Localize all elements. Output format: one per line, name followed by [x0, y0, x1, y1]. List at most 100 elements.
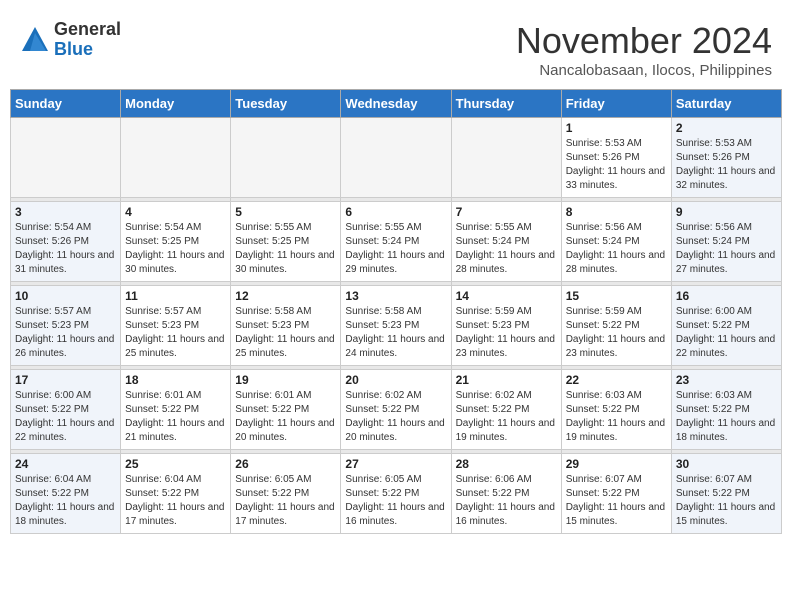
day-number: 11 — [125, 289, 226, 303]
day-number: 16 — [676, 289, 777, 303]
day-number: 19 — [235, 373, 336, 387]
calendar-day-cell: 18 Sunrise: 6:01 AMSunset: 5:22 PMDayligh… — [121, 370, 231, 450]
day-number: 12 — [235, 289, 336, 303]
day-info: Sunrise: 5:56 AMSunset: 5:24 PMDaylight:… — [676, 221, 777, 277]
day-info: Sunrise: 6:02 AMSunset: 5:22 PMDaylight:… — [345, 389, 446, 445]
calendar-week-row: 1 Sunrise: 5:53 AMSunset: 5:26 PMDaylight… — [11, 118, 782, 198]
calendar-day-cell: 28 Sunrise: 6:06 AMSunset: 5:22 PMDayligh… — [451, 454, 561, 534]
weekday-header-tuesday: Tuesday — [231, 90, 341, 118]
day-number: 5 — [235, 205, 336, 219]
day-number: 15 — [566, 289, 667, 303]
calendar-day-cell: 27 Sunrise: 6:05 AMSunset: 5:22 PMDayligh… — [341, 454, 451, 534]
calendar-day-cell: 10 Sunrise: 5:57 AMSunset: 5:23 PMDayligh… — [11, 286, 121, 366]
calendar-day-cell: 17 Sunrise: 6:00 AMSunset: 5:22 PMDayligh… — [11, 370, 121, 450]
day-number: 28 — [456, 457, 557, 471]
day-number: 26 — [235, 457, 336, 471]
day-info: Sunrise: 5:55 AMSunset: 5:24 PMDaylight:… — [345, 221, 446, 277]
logo-general-text: General — [54, 20, 121, 40]
logo-text: General Blue — [54, 20, 121, 60]
day-number: 24 — [15, 457, 116, 471]
calendar-day-cell: 19 Sunrise: 6:01 AMSunset: 5:22 PMDayligh… — [231, 370, 341, 450]
calendar-day-cell: 23Sunrise: 6:03 AMSunset: 5:22 PMDayligh… — [671, 370, 781, 450]
calendar-day-cell: 24 Sunrise: 6:04 AMSunset: 5:22 PMDayligh… — [11, 454, 121, 534]
calendar-table: SundayMondayTuesdayWednesdayThursdayFrid… — [10, 89, 782, 534]
day-info: Sunrise: 6:00 AMSunset: 5:22 PMDaylight:… — [676, 305, 777, 361]
calendar-day-cell: 6 Sunrise: 5:55 AMSunset: 5:24 PMDaylight… — [341, 202, 451, 282]
calendar-day-cell: 16 Sunrise: 6:00 AMSunset: 5:22 PMDayligh… — [671, 286, 781, 366]
day-number: 13 — [345, 289, 446, 303]
weekday-header-sunday: Sunday — [11, 90, 121, 118]
calendar-day-cell — [231, 118, 341, 198]
calendar-day-cell: 7Sunrise: 5:55 AMSunset: 5:24 PMDaylight… — [451, 202, 561, 282]
logo-icon — [20, 25, 50, 55]
page-header: General Blue November 2024 Nancalobasaan… — [10, 10, 782, 84]
calendar-week-row: 24 Sunrise: 6:04 AMSunset: 5:22 PMDayligh… — [11, 454, 782, 534]
calendar-day-cell: 22 Sunrise: 6:03 AMSunset: 5:22 PMDayligh… — [561, 370, 671, 450]
calendar-day-cell: 11 Sunrise: 5:57 AMSunset: 5:23 PMDayligh… — [121, 286, 231, 366]
day-info: Sunrise: 5:58 AMSunset: 5:23 PMDaylight:… — [235, 305, 336, 361]
day-number: 18 — [125, 373, 226, 387]
day-info: Sunrise: 5:59 AMSunset: 5:23 PMDaylight:… — [456, 305, 557, 361]
day-number: 27 — [345, 457, 446, 471]
calendar-day-cell: 5 Sunrise: 5:55 AMSunset: 5:25 PMDaylight… — [231, 202, 341, 282]
day-info: Sunrise: 5:59 AMSunset: 5:22 PMDaylight:… — [566, 305, 667, 361]
day-number: 1 — [566, 121, 667, 135]
day-info: Sunrise: 5:55 AMSunset: 5:25 PMDaylight:… — [235, 221, 336, 277]
day-number: 29 — [566, 457, 667, 471]
calendar-day-cell: 4Sunrise: 5:54 AMSunset: 5:25 PMDaylight… — [121, 202, 231, 282]
day-info: Sunrise: 5:57 AMSunset: 5:23 PMDaylight:… — [15, 305, 116, 361]
day-number: 6 — [345, 205, 446, 219]
day-number: 2 — [676, 121, 777, 135]
calendar-week-row: 10 Sunrise: 5:57 AMSunset: 5:23 PMDayligh… — [11, 286, 782, 366]
calendar-day-cell: 21Sunrise: 6:02 AMSunset: 5:22 PMDayligh… — [451, 370, 561, 450]
calendar-header-row: SundayMondayTuesdayWednesdayThursdayFrid… — [11, 90, 782, 118]
day-info: Sunrise: 6:00 AMSunset: 5:22 PMDaylight:… — [15, 389, 116, 445]
day-number: 7 — [456, 205, 557, 219]
day-info: Sunrise: 6:03 AMSunset: 5:22 PMDaylight:… — [566, 389, 667, 445]
calendar-day-cell: 13 Sunrise: 5:58 AMSunset: 5:23 PMDayligh… — [341, 286, 451, 366]
logo: General Blue — [20, 20, 121, 60]
day-number: 30 — [676, 457, 777, 471]
day-info: Sunrise: 6:01 AMSunset: 5:22 PMDaylight:… — [125, 389, 226, 445]
calendar-week-row: 17 Sunrise: 6:00 AMSunset: 5:22 PMDayligh… — [11, 370, 782, 450]
calendar-day-cell: 29 Sunrise: 6:07 AMSunset: 5:22 PMDayligh… — [561, 454, 671, 534]
calendar-day-cell: 2 Sunrise: 5:53 AMSunset: 5:26 PMDaylight… — [671, 118, 781, 198]
weekday-header-monday: Monday — [121, 90, 231, 118]
calendar-day-cell: 15 Sunrise: 5:59 AMSunset: 5:22 PMDayligh… — [561, 286, 671, 366]
day-number: 21 — [456, 373, 557, 387]
day-number: 22 — [566, 373, 667, 387]
calendar-day-cell — [121, 118, 231, 198]
weekday-header-saturday: Saturday — [671, 90, 781, 118]
day-info: Sunrise: 6:03 AMSunset: 5:22 PMDaylight:… — [676, 389, 777, 445]
day-info: Sunrise: 6:07 AMSunset: 5:22 PMDaylight:… — [566, 473, 667, 529]
calendar-day-cell: 26Sunrise: 6:05 AMSunset: 5:22 PMDayligh… — [231, 454, 341, 534]
day-info: Sunrise: 6:07 AMSunset: 5:22 PMDaylight:… — [676, 473, 777, 529]
day-number: 25 — [125, 457, 226, 471]
day-number: 17 — [15, 373, 116, 387]
calendar-day-cell: 8 Sunrise: 5:56 AMSunset: 5:24 PMDaylight… — [561, 202, 671, 282]
calendar-day-cell — [451, 118, 561, 198]
day-info: Sunrise: 5:53 AMSunset: 5:26 PMDaylight:… — [676, 137, 777, 193]
calendar-day-cell: 1 Sunrise: 5:53 AMSunset: 5:26 PMDaylight… — [561, 118, 671, 198]
calendar-day-cell: 9 Sunrise: 5:56 AMSunset: 5:24 PMDaylight… — [671, 202, 781, 282]
calendar-day-cell: 30 Sunrise: 6:07 AMSunset: 5:22 PMDayligh… — [671, 454, 781, 534]
day-info: Sunrise: 5:53 AMSunset: 5:26 PMDaylight:… — [566, 137, 667, 193]
calendar-day-cell: 25Sunrise: 6:04 AMSunset: 5:22 PMDayligh… — [121, 454, 231, 534]
day-info: Sunrise: 6:05 AMSunset: 5:22 PMDaylight:… — [345, 473, 446, 529]
day-number: 9 — [676, 205, 777, 219]
day-info: Sunrise: 5:58 AMSunset: 5:23 PMDaylight:… — [345, 305, 446, 361]
title-block: November 2024 Nancalobasaan, Ilocos, Phi… — [516, 20, 772, 79]
calendar-day-cell — [11, 118, 121, 198]
day-info: Sunrise: 5:57 AMSunset: 5:23 PMDaylight:… — [125, 305, 226, 361]
day-info: Sunrise: 5:54 AMSunset: 5:26 PMDaylight:… — [15, 221, 116, 277]
day-info: Sunrise: 6:04 AMSunset: 5:22 PMDaylight:… — [15, 473, 116, 529]
day-info: Sunrise: 6:01 AMSunset: 5:22 PMDaylight:… — [235, 389, 336, 445]
location-text: Nancalobasaan, Ilocos, Philippines — [516, 62, 772, 79]
day-number: 8 — [566, 205, 667, 219]
day-number: 10 — [15, 289, 116, 303]
day-info: Sunrise: 5:56 AMSunset: 5:24 PMDaylight:… — [566, 221, 667, 277]
logo-blue-text: Blue — [54, 40, 121, 60]
calendar-day-cell: 20Sunrise: 6:02 AMSunset: 5:22 PMDayligh… — [341, 370, 451, 450]
weekday-header-friday: Friday — [561, 90, 671, 118]
day-info: Sunrise: 6:06 AMSunset: 5:22 PMDaylight:… — [456, 473, 557, 529]
